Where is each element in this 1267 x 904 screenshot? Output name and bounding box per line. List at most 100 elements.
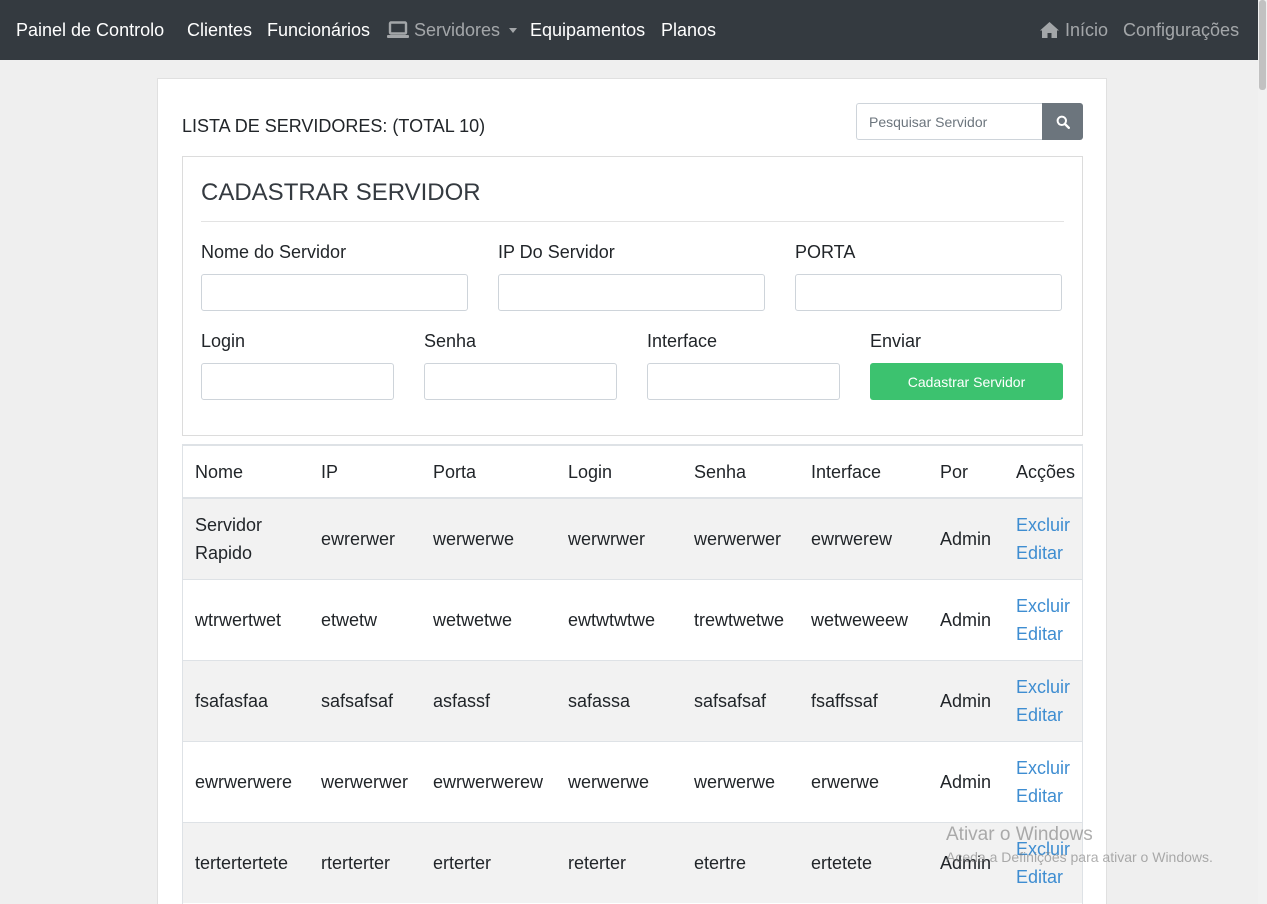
cell-password: safsafsaf: [682, 659, 799, 741]
cell-interface: ertetete: [799, 821, 928, 903]
server-name-label: Nome do Servidor: [201, 242, 347, 262]
cell-actions: Excluir Editar: [1004, 578, 1082, 660]
password-input[interactable]: [424, 363, 617, 400]
register-server-button[interactable]: Cadastrar Servidor: [870, 363, 1063, 400]
cell-login: werwerwe: [556, 740, 682, 822]
search-button[interactable]: [1042, 103, 1083, 140]
nav-item-inicio-label: Início: [1065, 20, 1109, 40]
cell-interface: ewrwerew: [799, 497, 928, 579]
interface-label: Interface: [647, 331, 718, 351]
nav-item-equipamentos[interactable]: Equipamentos: [530, 18, 645, 42]
col-header-nome: Nome: [183, 446, 309, 499]
col-header-porta: Porta: [421, 446, 556, 499]
cell-by: Admin: [928, 740, 1004, 822]
search-icon: [1056, 115, 1070, 129]
home-icon: [1040, 22, 1059, 38]
password-label: Senha: [424, 331, 477, 351]
edit-link[interactable]: Editar: [1016, 782, 1072, 810]
nav-item-servidores-label: Servidores: [414, 20, 501, 40]
cell-ip: ewrerwer: [309, 497, 421, 579]
cell-port: werwerwe: [421, 497, 556, 579]
edit-link[interactable]: Editar: [1016, 539, 1072, 567]
servers-card: LISTA DE SERVIDORES: (TOTAL 10) CADASTRA…: [157, 78, 1107, 904]
cell-ip: safsafsaf: [309, 659, 421, 741]
brand-link[interactable]: Painel de Controlo: [16, 18, 164, 42]
cell-port: wetwetwe: [421, 578, 556, 660]
cell-name: fsafasfaa: [183, 659, 309, 741]
cell-by: Admin: [928, 497, 1004, 579]
activation-watermark-text: Aceda a Definições para ativar o Windows…: [946, 849, 1213, 865]
scrollbar-thumb[interactable]: [1259, 0, 1266, 90]
cell-actions: Excluir Editar: [1004, 740, 1082, 822]
cell-login: reterter: [556, 821, 682, 903]
col-header-senha: Senha: [682, 446, 799, 499]
col-header-login: Login: [556, 446, 682, 499]
cell-name: Servidor Rapido: [183, 497, 309, 579]
cell-by: Admin: [928, 659, 1004, 741]
cell-name: tertertertete: [183, 821, 309, 903]
form-title: CADASTRAR SERVIDOR: [201, 179, 481, 206]
server-list-title: LISTA DE SERVIDORES: (TOTAL 10): [182, 116, 486, 136]
cell-name: wtrwertwet: [183, 578, 309, 660]
delete-link[interactable]: Excluir: [1016, 754, 1072, 782]
cell-interface: wetweweew: [799, 578, 928, 660]
cell-by: Admin: [928, 578, 1004, 660]
cell-actions: Excluir Editar: [1004, 659, 1082, 741]
cell-ip: etwetw: [309, 578, 421, 660]
laptop-icon: [387, 21, 409, 38]
nav-item-inicio[interactable]: Início: [1039, 18, 1108, 42]
cell-password: trewtwetwe: [682, 578, 799, 660]
server-port-label: PORTA: [795, 242, 856, 262]
page-scrollbar[interactable]: [1258, 0, 1267, 904]
send-label: Enviar: [870, 331, 922, 351]
server-port-input[interactable]: [795, 274, 1062, 311]
server-ip-label: IP Do Servidor: [498, 242, 615, 262]
table-row: ewrwerwere werwerwer ewrwerwerew werwerw…: [183, 740, 1082, 822]
cell-port: ewrwerwerew: [421, 740, 556, 822]
table-row: fsafasfaa safsafsaf asfassf safassa safs…: [183, 659, 1082, 741]
col-header-ip: IP: [309, 446, 421, 499]
form-divider: [201, 221, 1064, 222]
cell-ip: rterterter: [309, 821, 421, 903]
nav-item-funcionarios[interactable]: Funcionários: [267, 18, 370, 42]
delete-link[interactable]: Excluir: [1016, 673, 1072, 701]
cell-port: asfassf: [421, 659, 556, 741]
delete-link[interactable]: Excluir: [1016, 511, 1072, 539]
cell-interface: erwerwe: [799, 740, 928, 822]
cell-ip: werwerwer: [309, 740, 421, 822]
activation-watermark-title: Ativar o Windows: [946, 824, 1093, 845]
cell-login: ewtwtwtwe: [556, 578, 682, 660]
table-header-row: Nome IP Porta Login Senha Interface Por …: [183, 446, 1082, 499]
search-server-input[interactable]: [856, 103, 1042, 140]
nav-item-clientes[interactable]: Clientes: [187, 18, 252, 42]
edit-link[interactable]: Editar: [1016, 863, 1072, 891]
cell-password: etertre: [682, 821, 799, 903]
cell-port: erterter: [421, 821, 556, 903]
cell-interface: fsaffssaf: [799, 659, 928, 741]
col-header-por: Por: [928, 446, 1004, 499]
interface-input[interactable]: [647, 363, 840, 400]
col-header-accoes: Acções: [1004, 446, 1082, 499]
login-label: Login: [201, 331, 246, 351]
login-input[interactable]: [201, 363, 394, 400]
cell-login: werwrwer: [556, 497, 682, 579]
cell-password: werwerwer: [682, 497, 799, 579]
server-ip-input[interactable]: [498, 274, 765, 311]
cell-name: ewrwerwere: [183, 740, 309, 822]
register-server-form: CADASTRAR SERVIDOR Nome do Servidor IP D…: [182, 156, 1083, 436]
delete-link[interactable]: Excluir: [1016, 592, 1072, 620]
table-row: Servidor Rapido ewrerwer werwerwe werwrw…: [183, 497, 1082, 579]
nav-item-planos[interactable]: Planos: [661, 18, 716, 42]
col-header-interface: Interface: [799, 446, 928, 499]
nav-item-servidores[interactable]: Servidores: [387, 18, 518, 42]
top-navbar: Painel de Controlo Clientes Funcionários…: [0, 0, 1258, 60]
table-row: wtrwertwet etwetw wetwetwe ewtwtwtwe tre…: [183, 578, 1082, 660]
cell-password: werwerwe: [682, 740, 799, 822]
cell-login: safassa: [556, 659, 682, 741]
edit-link[interactable]: Editar: [1016, 701, 1072, 729]
chevron-down-icon: [509, 28, 518, 33]
cell-actions: Excluir Editar: [1004, 497, 1082, 579]
edit-link[interactable]: Editar: [1016, 620, 1072, 648]
nav-item-configuracoes[interactable]: Configurações: [1123, 18, 1239, 42]
server-name-input[interactable]: [201, 274, 468, 311]
